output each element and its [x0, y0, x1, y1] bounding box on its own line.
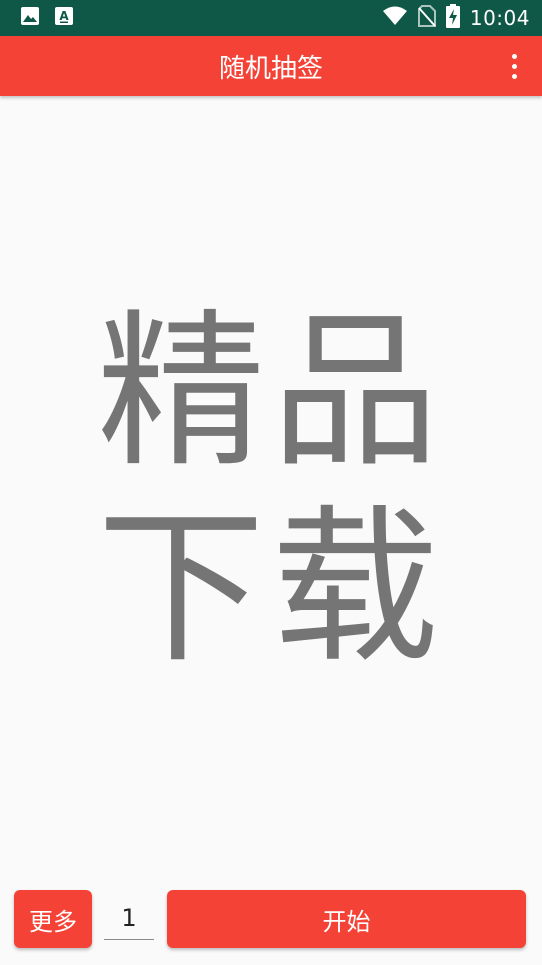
no-sim-icon [417, 5, 436, 31]
start-button[interactable]: 开始 [167, 890, 526, 948]
svg-text:A: A [59, 9, 69, 23]
app-bar: 随机抽签 [0, 36, 542, 96]
overflow-dot [511, 73, 517, 79]
more-button[interactable]: 更多 [14, 890, 92, 948]
status-time: 10:04 [469, 6, 530, 30]
status-bar: A 10:04 [0, 0, 542, 36]
app-title: 随机抽签 [218, 53, 323, 84]
more-vert-icon[interactable] [502, 48, 526, 84]
overflow-dot [511, 53, 517, 59]
wifi-icon [382, 6, 408, 30]
count-input[interactable] [104, 896, 154, 940]
image-icon [20, 6, 40, 30]
overflow-dot [511, 63, 517, 69]
status-bar-right: 10:04 [372, 4, 530, 32]
status-bar-left: A [20, 6, 88, 30]
result-text: 精品下载 [97, 294, 445, 686]
battery-charging-icon [445, 4, 460, 32]
font-icon: A [54, 6, 74, 30]
result-area: 精品下载 [0, 96, 542, 876]
screen: A 10:04 随机抽签 精品下载 更多 1 开始 [0, 0, 542, 965]
